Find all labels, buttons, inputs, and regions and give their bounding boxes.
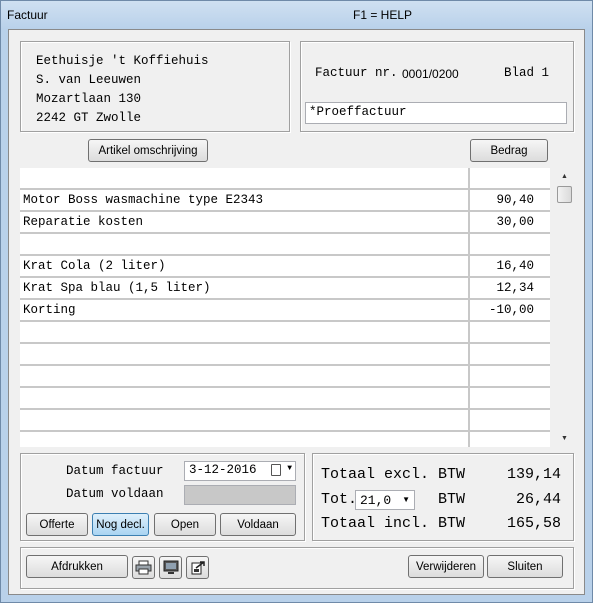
invoice-info-box: Factuur nr. 0001/0200 Blad 1 *Proeffactu…: [300, 41, 574, 132]
nog-decl-button[interactable]: Nog decl.: [92, 513, 149, 536]
dates-box: Datum factuur 3-12-2016 ▼ Datum voldaan …: [20, 453, 305, 541]
table-row[interactable]: Reparatie kosten 30,00: [20, 212, 550, 234]
table-row[interactable]: Motor Boss wasmachine type E2343 90,40: [20, 190, 550, 212]
delete-button[interactable]: Verwijderen: [408, 555, 484, 578]
line-amount: 30,00: [496, 215, 534, 229]
paid-date-label: Datum voldaan: [66, 487, 164, 501]
address-block: Eethuisje 't Koffiehuis S. van Leeuwen M…: [36, 52, 209, 128]
line-amount: 12,34: [496, 281, 534, 295]
invoice-number: 0001/0200: [402, 67, 459, 81]
printer-icon[interactable]: [132, 556, 155, 579]
help-hint: F1 = HELP: [353, 8, 413, 22]
table-row[interactable]: [20, 322, 550, 344]
window-title: Factuur: [7, 8, 48, 22]
invoice-date-picker[interactable]: 3-12-2016 ▼: [184, 461, 296, 481]
address-box: Eethuisje 't Koffiehuis S. van Leeuwen M…: [20, 41, 290, 132]
client-area: Eethuisje 't Koffiehuis S. van Leeuwen M…: [8, 29, 585, 595]
export-icon[interactable]: [186, 556, 209, 579]
vat-label: BTW: [438, 491, 466, 508]
invoice-note-input[interactable]: *Proeffactuur: [305, 102, 567, 124]
line-description: Krat Cola (2 liter): [23, 259, 166, 273]
column-description-button[interactable]: Artikel omschrijving: [88, 139, 208, 162]
line-description: Korting: [23, 303, 76, 317]
invoice-number-label: Factuur nr.: [315, 66, 398, 80]
line-amount: 16,40: [496, 259, 534, 273]
chevron-down-icon[interactable]: ▼: [287, 464, 292, 473]
invoice-date-value: 3-12-2016: [189, 463, 257, 477]
address-name: Eethuisje 't Koffiehuis: [36, 54, 209, 68]
line-amount: -10,00: [488, 303, 534, 317]
table-row[interactable]: Korting -10,00: [20, 300, 550, 322]
invoice-window: Factuur F1 = HELP Eethuisje 't Koffiehui…: [0, 0, 593, 603]
total-excl-label: Totaal excl. BTW: [321, 466, 466, 483]
calendar-icon[interactable]: [271, 464, 281, 476]
total-incl-label: Totaal incl. BTW: [321, 515, 466, 532]
open-button[interactable]: Open: [154, 513, 216, 536]
vat-value: 26,44: [515, 491, 561, 508]
table-row[interactable]: [20, 366, 550, 388]
scroll-thumb[interactable]: [557, 186, 572, 203]
table-row[interactable]: Krat Spa blau (1,5 liter) 12,34: [20, 278, 550, 300]
table-row[interactable]: [20, 388, 550, 410]
vat-rate-value: 21,0: [360, 493, 392, 508]
address-street: Mozartlaan 130: [36, 92, 142, 106]
vat-total-label: Tot.: [321, 491, 358, 508]
column-amount-button[interactable]: Bedrag: [470, 139, 548, 162]
table-row[interactable]: [20, 410, 550, 432]
close-button[interactable]: Sluiten: [487, 555, 563, 578]
column-divider: [468, 168, 470, 447]
totals-box: Totaal excl. BTW 139,14 Tot. 21,0 ▼ BTW …: [312, 453, 574, 541]
table-row[interactable]: Krat Cola (2 liter) 16,40: [20, 256, 550, 278]
scroll-down-icon[interactable]: ▼: [556, 430, 573, 447]
table-row[interactable]: [20, 168, 550, 190]
invoice-date-label: Datum factuur: [66, 464, 164, 478]
line-amount: 90,40: [496, 193, 534, 207]
address-contact: S. van Leeuwen: [36, 73, 142, 87]
invoice-lines-grid[interactable]: Motor Boss wasmachine type E2343 90,40 Re…: [20, 168, 550, 447]
monitor-icon[interactable]: [159, 556, 182, 579]
total-incl-value: 165,58: [506, 515, 561, 532]
table-row[interactable]: [20, 234, 550, 256]
scroll-up-icon[interactable]: ▲: [556, 168, 573, 185]
total-excl-value: 139,14: [506, 466, 561, 483]
paid-date-field[interactable]: [184, 485, 296, 505]
line-description: Motor Boss wasmachine type E2343: [23, 193, 264, 207]
chevron-down-icon[interactable]: ▼: [402, 495, 410, 504]
page-number: Blad 1: [504, 66, 550, 80]
grid-scrollbar[interactable]: ▲ ▼: [556, 168, 573, 447]
vat-rate-select[interactable]: 21,0 ▼: [355, 490, 415, 510]
line-description: Reparatie kosten: [23, 215, 144, 229]
table-row[interactable]: [20, 432, 550, 447]
title-bar[interactable]: Factuur F1 = HELP: [1, 1, 592, 29]
print-button[interactable]: Afdrukken: [26, 555, 128, 578]
table-row[interactable]: [20, 344, 550, 366]
offerte-button[interactable]: Offerte: [26, 513, 88, 536]
line-description: Krat Spa blau (1,5 liter): [23, 281, 211, 295]
voldaan-button[interactable]: Voldaan: [220, 513, 296, 536]
address-city: 2242 GT Zwolle: [36, 111, 142, 125]
